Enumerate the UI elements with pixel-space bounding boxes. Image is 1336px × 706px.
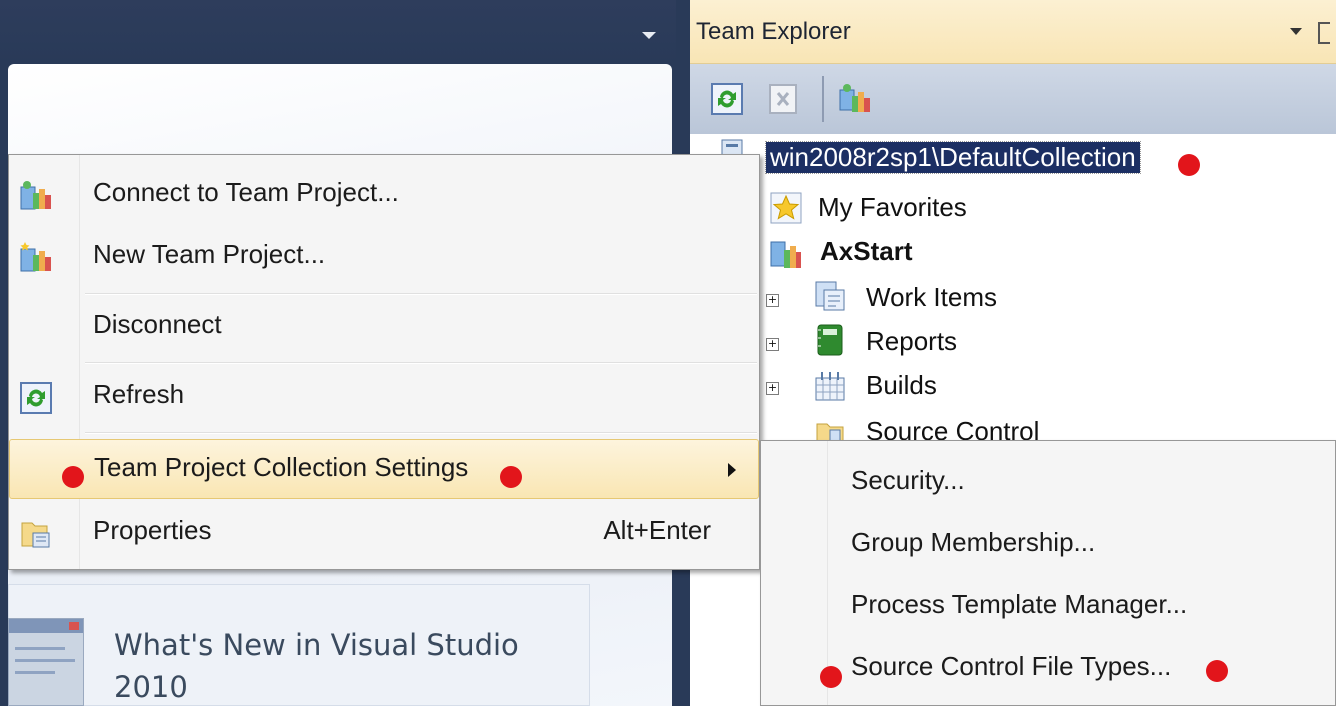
- expand-icon[interactable]: +: [766, 382, 779, 395]
- properties-icon: [21, 522, 50, 548]
- whats-new-thumbnail: [8, 618, 84, 706]
- submenu-arrow-icon: [728, 463, 736, 477]
- toolbar-separator: [822, 76, 824, 122]
- menu-item-connect-team-project[interactable]: Connect to Team Project...: [9, 165, 759, 225]
- submenu-item-group-membership[interactable]: Group Membership...: [761, 513, 1335, 573]
- tree-node-reports[interactable]: Reports: [866, 326, 957, 357]
- submenu-item-label: Security...: [851, 465, 965, 495]
- menu-separator: [85, 432, 757, 434]
- annotation-dot: [1178, 154, 1200, 176]
- team-explorer-toolbar: [690, 64, 1336, 134]
- menu-item-label: Disconnect: [93, 309, 222, 339]
- menu-item-new-team-project[interactable]: New Team Project...: [9, 227, 759, 287]
- window-position-dropdown-icon[interactable]: [1290, 28, 1302, 35]
- submenu-item-label: Group Membership...: [851, 527, 1096, 557]
- refresh-icon[interactable]: [710, 82, 744, 116]
- whats-new-title-line2[interactable]: 2010: [114, 666, 188, 706]
- expand-icon[interactable]: +: [766, 338, 779, 351]
- context-menu: Connect to Team Project... New Team Proj…: [8, 154, 760, 570]
- submenu-item-label: Process Template Manager...: [851, 589, 1188, 619]
- annotation-dot: [62, 466, 84, 488]
- refresh-icon: [20, 382, 52, 414]
- chevron-down-icon[interactable]: [642, 32, 656, 39]
- team-explorer-title: Team Explorer: [696, 18, 851, 45]
- annotation-dot: [1206, 660, 1228, 682]
- connect-team-project-icon: [20, 181, 51, 210]
- reports-icon: [817, 324, 843, 356]
- menu-item-label: Connect to Team Project...: [93, 177, 399, 207]
- menu-item-label: New Team Project...: [93, 239, 326, 269]
- expand-icon[interactable]: +: [766, 294, 779, 307]
- collection-settings-submenu: Security... Group Membership... Process …: [760, 440, 1336, 706]
- menu-item-properties[interactable]: Properties Alt+Enter: [9, 503, 759, 563]
- tree-node-work-items[interactable]: Work Items: [866, 282, 997, 313]
- menu-item-refresh[interactable]: Refresh: [9, 367, 759, 427]
- pin-icon[interactable]: [1318, 22, 1330, 44]
- whats-new-title[interactable]: What's New in Visual Studio: [114, 624, 519, 666]
- annotation-dot: [500, 466, 522, 488]
- menu-item-shortcut: Alt+Enter: [603, 515, 711, 545]
- tree-node-project[interactable]: AxStart: [820, 236, 912, 267]
- tree-node-my-favorites[interactable]: My Favorites: [818, 192, 967, 223]
- menu-item-label: Properties: [93, 515, 212, 545]
- stop-icon[interactable]: [766, 82, 800, 116]
- team-explorer-title-bar: Team Explorer: [690, 0, 1336, 64]
- menu-item-disconnect[interactable]: Disconnect: [9, 297, 759, 357]
- favorites-star-icon: [770, 192, 802, 224]
- menu-separator: [85, 293, 757, 295]
- document-tab-bar: [0, 0, 676, 64]
- tree-node-collection[interactable]: win2008r2sp1\DefaultCollection: [765, 141, 1141, 174]
- menu-item-label: Team Project Collection Settings: [94, 452, 469, 482]
- team-project-icon: [770, 241, 801, 268]
- annotation-dot: [820, 666, 842, 688]
- submenu-item-label: Source Control File Types...: [851, 651, 1172, 681]
- submenu-item-process-template-manager[interactable]: Process Template Manager...: [761, 575, 1335, 635]
- submenu-item-source-control-file-types[interactable]: Source Control File Types...: [761, 637, 1335, 697]
- screenshot-root: What's New in Visual Studio 2010 Team Ex…: [0, 0, 1336, 706]
- work-items-icon: [815, 281, 845, 311]
- tree-node-builds[interactable]: Builds: [866, 370, 937, 401]
- menu-item-label: Refresh: [93, 379, 185, 409]
- connect-team-project-icon[interactable]: [838, 82, 872, 116]
- menu-item-team-project-collection-settings[interactable]: Team Project Collection Settings: [9, 439, 759, 499]
- builds-icon: [815, 372, 845, 401]
- menu-separator: [85, 362, 757, 364]
- submenu-item-security[interactable]: Security...: [761, 451, 1335, 511]
- new-team-project-icon: [20, 242, 51, 272]
